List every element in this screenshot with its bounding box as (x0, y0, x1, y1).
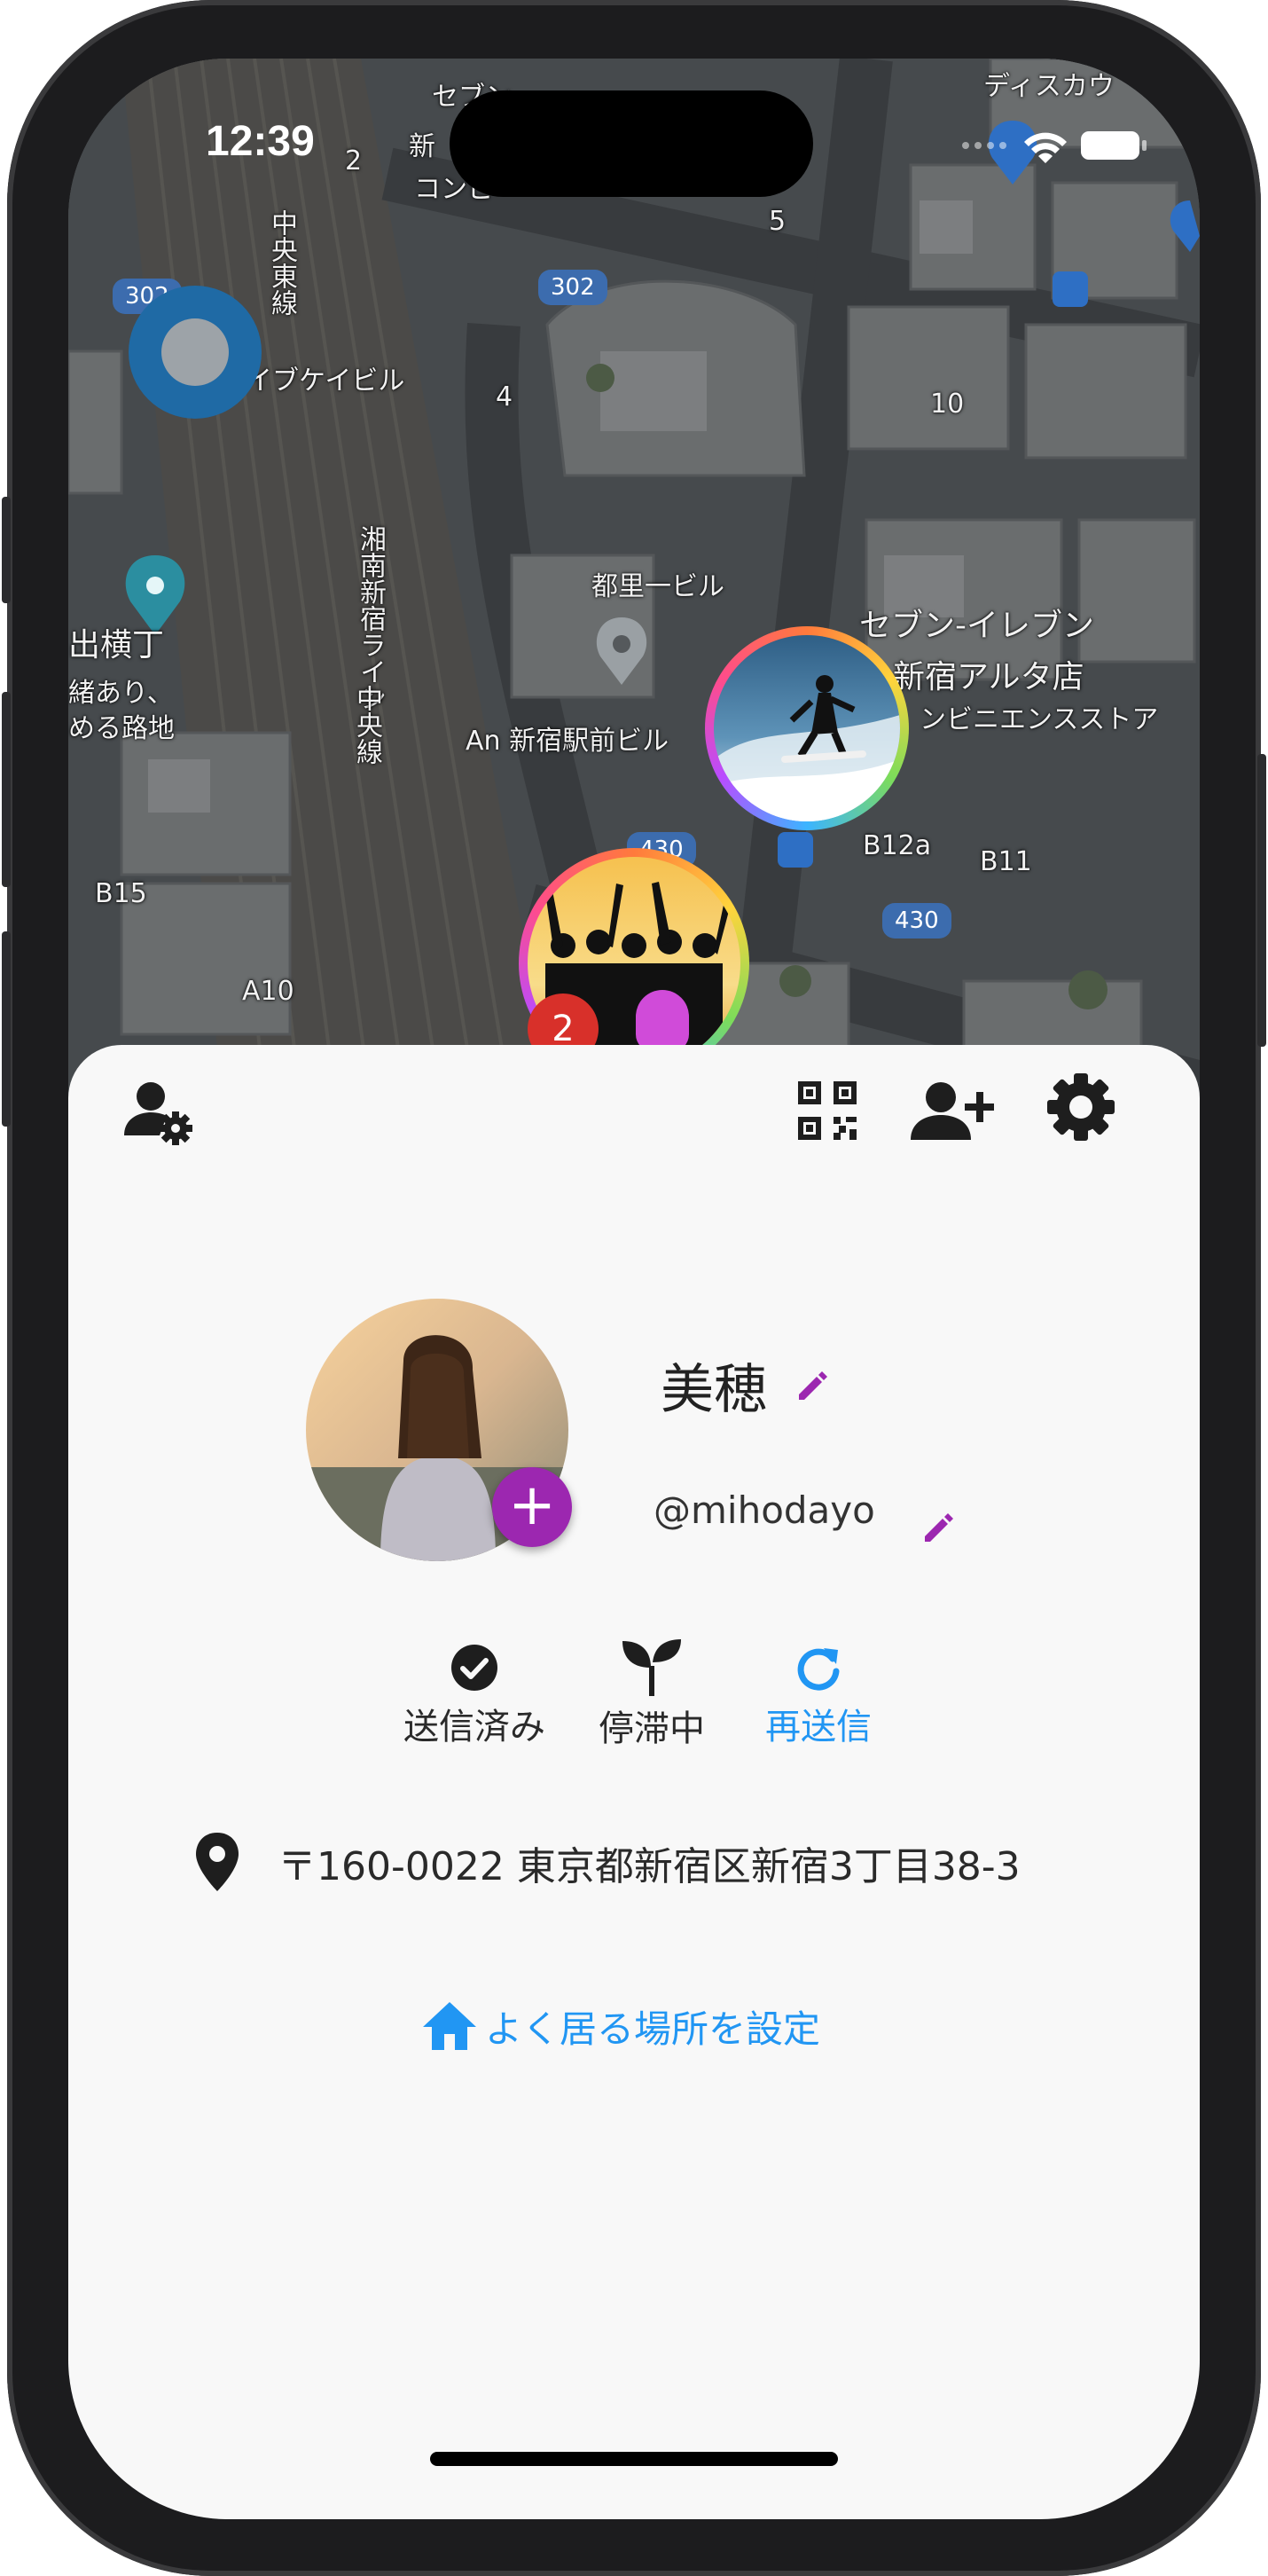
edit-name-button[interactable] (794, 1368, 829, 1403)
resend-button[interactable]: 再送信 (747, 1641, 889, 1749)
settings-button[interactable] (1037, 1063, 1125, 1151)
status-time: 12:39 (206, 118, 315, 165)
status-sent[interactable]: 送信済み (386, 1641, 563, 1749)
map-label-miyako-building: 都里一ビル (591, 571, 724, 602)
profile-handle: @mihodayo (654, 1488, 875, 1532)
status-sent-label: 送信済み (403, 1707, 545, 1747)
battery-icon (1081, 131, 1147, 160)
map-label-top-new: 新 (409, 131, 435, 162)
profile-name: 美穂 (661, 1359, 767, 1421)
map-label-number-10: 10 (930, 389, 965, 420)
status-stalled[interactable]: 停滞中 (590, 1637, 714, 1751)
map-label-an-building: An 新宿駅前ビル (466, 726, 669, 757)
set-frequent-place-label: よく居る場所を設定 (485, 2007, 821, 2051)
refresh-icon (797, 1648, 840, 1691)
resend-label: 再送信 (765, 1707, 872, 1747)
map-label-exit-a10: A10 (242, 976, 294, 1007)
mute-switch (2, 497, 11, 603)
sprout-icon (622, 1639, 681, 1696)
map-label-number-5: 5 (769, 206, 787, 237)
wifi-icon (1024, 132, 1067, 163)
signal-dots (962, 142, 1006, 149)
road-badge-430-right: 430 (882, 903, 951, 939)
qr-code-icon (798, 1081, 857, 1140)
friend-avatar-purple[interactable] (636, 990, 689, 1052)
power-button (1257, 754, 1266, 1047)
map-label-seven-eleven-branch: 新宿アルタ店 (893, 659, 1084, 695)
map-label-chuo-east-line: 中央東線 (266, 209, 297, 316)
my-location-marker[interactable] (129, 286, 262, 419)
check-circle-icon (451, 1645, 497, 1691)
home-icon (423, 2002, 476, 2050)
add-photo-button[interactable]: + (492, 1467, 572, 1547)
volume-down-button (2, 931, 11, 1127)
add-friend-button[interactable] (907, 1066, 996, 1155)
map-label-convenience: ンビニエンスストア (920, 704, 1159, 735)
location-pin-icon (192, 1831, 242, 1893)
qr-code-button[interactable] (783, 1066, 872, 1155)
satellite-map[interactable]: 中央東線 イブケイビル 出横丁 緒あり、 める路地 都里一ビル 湘南新宿ライン … (68, 59, 1200, 1158)
map-label-exit-b15: B15 (95, 878, 147, 909)
screen: 中央東線 イブケイビル 出横丁 緒あり、 める路地 都里一ビル 湘南新宿ライン … (68, 59, 1200, 2519)
pencil-icon (799, 1371, 827, 1400)
map-label-chuo-line: 中央線 (351, 685, 382, 765)
edit-handle-button[interactable] (920, 1510, 955, 1545)
profile-sheet: + 美穂 @mihodayo 送信済み 停滞中 再送信 〒160-0022 東京… (68, 1045, 1200, 2519)
map-label-exit-b12a: B12a (863, 830, 932, 861)
friend-pin-surfer[interactable] (705, 626, 909, 830)
map-label-alley-2: 緒あり、 (68, 678, 174, 709)
map-label-shonan-line: 湘南新宿ライン (355, 525, 386, 711)
pencil-icon (925, 1513, 953, 1542)
set-frequent-place-link[interactable]: よく居る場所を設定 (421, 1991, 891, 2062)
map-label-alley-1: 出横丁 (68, 627, 165, 664)
map-label-number-4: 4 (496, 381, 513, 412)
account-settings-icon (124, 1082, 192, 1145)
map-label-exit-b11: B11 (980, 846, 1032, 877)
add-friend-icon (911, 1082, 994, 1140)
friend-photo-surfer (714, 635, 900, 821)
map-label-alley-3: める路地 (68, 713, 175, 744)
current-address: 〒160-0022 東京都新宿区新宿3丁目38-3 (278, 1844, 1021, 1889)
status-icons (957, 126, 1152, 165)
dynamic-island (450, 90, 813, 197)
account-settings-button[interactable] (114, 1068, 203, 1157)
home-indicator[interactable] (430, 2452, 838, 2466)
gear-icon (1047, 1073, 1115, 1141)
map-label-building: イブケイビル (246, 365, 405, 397)
map-label-top-discount: ディスカウ (983, 71, 1115, 102)
road-badge-302-center: 302 (538, 270, 607, 305)
status-stalled-label: 停滞中 (599, 1708, 705, 1749)
volume-up-button (2, 692, 11, 887)
